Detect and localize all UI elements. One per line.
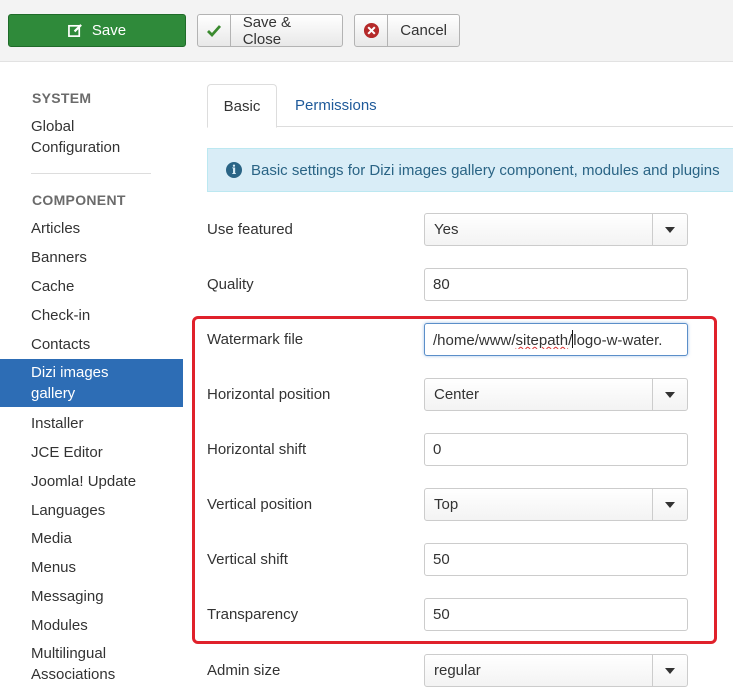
info-icon: i (226, 162, 242, 178)
chevron-down-icon (652, 655, 687, 686)
sidebar-item-languages[interactable]: Languages (31, 500, 181, 521)
check-icon (198, 15, 231, 46)
admin-size-label: Admin size (207, 662, 281, 679)
sidebar-item-modules[interactable]: Modules (31, 615, 181, 636)
sidebar-item-joomla-update[interactable]: Joomla! Update (31, 471, 181, 492)
alert-text: Basic settings for Dizi images gallery c… (251, 161, 720, 179)
sidebar-divider (31, 173, 151, 174)
sidebar-item-label: gallery (31, 385, 76, 402)
save-label: Save (91, 22, 127, 39)
tab-basic[interactable]: Basic (207, 84, 277, 128)
sidebar-item-jce-editor[interactable]: JCE Editor (31, 442, 181, 463)
sidebar-item-media[interactable]: Media (31, 528, 181, 549)
admin-size-value: regular (434, 662, 481, 679)
sidebar-heading-system: SYSTEM (32, 90, 92, 106)
info-alert: i Basic settings for Dizi images gallery… (207, 148, 733, 192)
sidebar-item-messaging[interactable]: Messaging (31, 586, 181, 607)
admin-size-select[interactable]: regular (424, 654, 688, 687)
sidebar-heading-component: COMPONENT (32, 192, 126, 208)
sidebar-item-label: Dizi images (31, 364, 109, 381)
save-close-label: Save & Close (242, 13, 292, 48)
use-featured-label: Use featured (207, 221, 293, 238)
edit-icon (67, 23, 83, 38)
cancel-label: Cancel (400, 22, 447, 39)
sidebar-item-cache[interactable]: Cache (31, 276, 181, 297)
save-button[interactable]: Save (8, 14, 186, 47)
sidebar-item-label: Multilingual (31, 645, 107, 662)
sidebar-item-contacts[interactable]: Contacts (31, 334, 181, 355)
sidebar: SYSTEM Global Configuration COMPONENT Ar… (0, 62, 183, 697)
quality-label: Quality (207, 276, 254, 293)
use-featured-value: Yes (434, 221, 459, 238)
cancel-circle-icon (355, 15, 389, 46)
toolbar: Save Save & Close Cancel (0, 0, 733, 62)
sidebar-item-label: Associations (31, 666, 116, 683)
sidebar-item-articles[interactable]: Articles (31, 218, 181, 239)
sidebar-item-installer[interactable]: Installer (31, 413, 181, 434)
sidebar-item-banners[interactable]: Banners (31, 247, 181, 268)
quality-value: 80 (433, 276, 450, 293)
sidebar-item-check-in[interactable]: Check-in (31, 305, 181, 326)
use-featured-select[interactable]: Yes (424, 213, 688, 246)
sidebar-item-menus[interactable]: Menus (31, 557, 181, 578)
tab-bar: Basic Permissions (207, 84, 733, 128)
save-close-button[interactable]: Save & Close (197, 13, 343, 48)
tab-permissions[interactable]: Permissions (295, 84, 377, 127)
sidebar-item-global-configuration[interactable]: Global Configuration (31, 116, 181, 158)
sidebar-item-multilingual-associations[interactable]: Multilingual Associations (31, 643, 181, 685)
sidebar-item-label: Configuration (31, 139, 121, 156)
sidebar-item-dizi-images-gallery[interactable]: Dizi images gallery (0, 359, 183, 407)
cancel-button[interactable]: Cancel (354, 14, 460, 47)
chevron-down-icon (652, 214, 687, 245)
highlight-box (192, 316, 717, 644)
quality-input[interactable]: 80 (424, 268, 688, 301)
sidebar-item-label: Global (31, 118, 75, 135)
